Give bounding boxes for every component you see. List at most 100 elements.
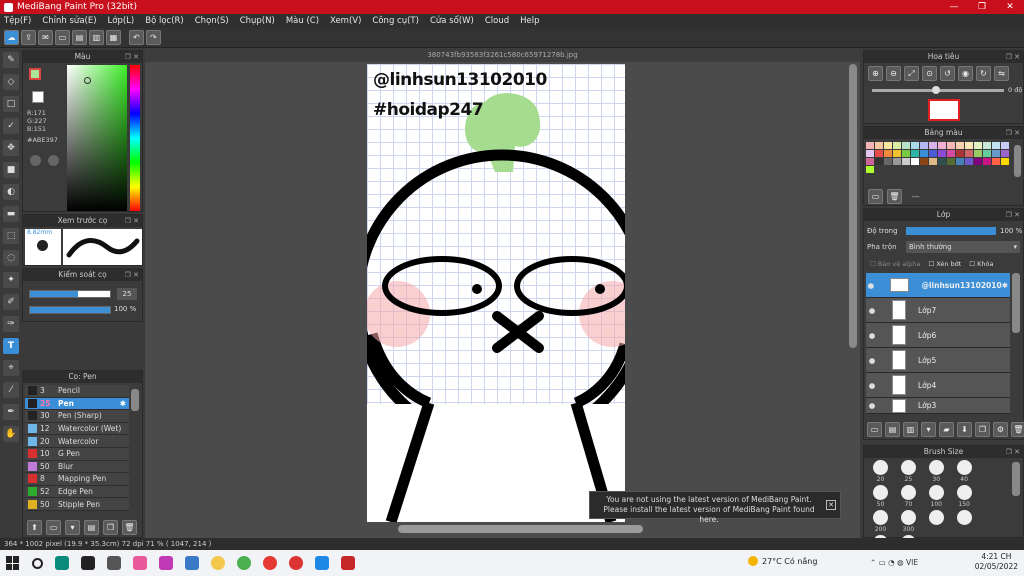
palette-swatch[interactable]	[956, 158, 964, 165]
anime-app-icon[interactable]	[159, 556, 173, 570]
select-eraser-icon[interactable]: ✑	[3, 316, 19, 332]
brush-size-slider[interactable]	[29, 290, 111, 298]
fit-icon[interactable]: ⤢	[904, 66, 919, 81]
palette-swatch[interactable]	[902, 150, 910, 157]
redo-icon[interactable]: ↷	[146, 30, 161, 45]
menu-edit[interactable]: Chỉnh sửa(E)	[42, 16, 96, 26]
zoom-in-icon[interactable]: ⊕	[868, 66, 883, 81]
system-tray[interactable]: ⌃ ▭ ◔ ◍ VIE	[870, 558, 918, 567]
eye-icon[interactable]: ●	[866, 356, 878, 365]
game-icon[interactable]	[133, 556, 147, 570]
operation-icon[interactable]: ⌖	[3, 360, 19, 376]
palette-swatch[interactable]	[893, 142, 901, 149]
cloud-icon[interactable]: ☁	[4, 30, 19, 45]
brush-list-scrollbar[interactable]	[131, 389, 139, 411]
chrome-icon[interactable]	[211, 556, 225, 570]
layer-item-lop6[interactable]: ● Lớp6	[866, 323, 1010, 348]
comment-icon[interactable]: ✉	[38, 30, 53, 45]
menu-window[interactable]: Cửa sổ(W)	[430, 16, 474, 26]
palette-swatch[interactable]	[1001, 142, 1009, 149]
menu-tools[interactable]: Công cụ(T)	[372, 16, 419, 26]
search-icon[interactable]	[32, 557, 43, 569]
saturation-value-square[interactable]	[67, 65, 127, 211]
close-button[interactable]: ✕	[996, 0, 1024, 14]
palette-swatch[interactable]	[929, 158, 937, 165]
share-icon[interactable]: ⇪	[21, 30, 36, 45]
panel-options-icon[interactable]: ❐ ✕	[1006, 446, 1020, 458]
select-pen-icon[interactable]: ✐	[3, 294, 19, 310]
update-notification[interactable]: You are not using the latest version of …	[589, 491, 841, 524]
select-rect-icon[interactable]: □	[3, 96, 19, 112]
panel-options-icon[interactable]: ❐ ✕	[125, 269, 139, 281]
brush-item-pencil[interactable]: 3 Pencil	[25, 385, 129, 398]
new-brush-icon[interactable]: ▭	[46, 520, 61, 535]
eye-icon[interactable]: ●	[866, 281, 876, 290]
zalo-icon[interactable]	[315, 556, 329, 570]
palette-swatch[interactable]	[974, 142, 982, 149]
hue-slider[interactable]	[130, 65, 140, 211]
eye-icon[interactable]: ●	[866, 331, 878, 340]
palette-swatch[interactable]	[965, 158, 973, 165]
delete-layer-icon[interactable]: 🗑	[1011, 422, 1024, 437]
alpha-protect-checkbox[interactable]: ☐ Bảo vệ alpha	[870, 260, 920, 268]
copy-brush-icon[interactable]: ▤	[84, 520, 99, 535]
move-tool-icon[interactable]: ✥	[3, 140, 19, 156]
brush-tool-icon[interactable]: ✎	[3, 52, 19, 68]
explorer-icon[interactable]	[107, 556, 121, 570]
brush-size-300[interactable]: 300	[896, 510, 921, 533]
menu-color[interactable]: Màu (C)	[286, 16, 319, 26]
palette-swatch[interactable]	[902, 142, 910, 149]
menu-file[interactable]: Tệp(F)	[4, 16, 31, 26]
color-mix-icon[interactable]	[48, 155, 59, 166]
palette-swatch[interactable]	[875, 158, 883, 165]
dot-tool-icon[interactable]: ✓	[3, 118, 19, 134]
palette-swatch[interactable]	[911, 158, 919, 165]
canvas-horizontal-scrollbar[interactable]	[398, 525, 643, 533]
brush-size-value[interactable]: 25	[117, 288, 137, 300]
palette-swatch[interactable]	[920, 150, 928, 157]
brush-size-200[interactable]: 200	[868, 510, 893, 533]
page-icon[interactable]: ▤	[72, 30, 87, 45]
palette-swatch[interactable]	[956, 150, 964, 157]
brush-size-100[interactable]: 100	[924, 485, 949, 508]
lock-checkbox[interactable]: ☐ Khóa	[969, 260, 993, 268]
palette-swatch[interactable]	[911, 142, 919, 149]
duplicate-brush-icon[interactable]: ❐	[103, 520, 118, 535]
clock[interactable]: 4:21 CH 02/05/2022	[975, 552, 1018, 572]
panel-options-icon[interactable]: ❐ ✕	[1006, 209, 1020, 221]
palette-scrollbar[interactable]	[1014, 145, 1021, 177]
palette-swatch[interactable]	[956, 142, 964, 149]
app-icon[interactable]	[237, 556, 251, 570]
brush-item-mapping-pen[interactable]: 8 Mapping Pen	[25, 473, 129, 486]
layer-list-scrollbar[interactable]	[1012, 273, 1020, 333]
palette-swatch[interactable]	[929, 142, 937, 149]
brush-size-50[interactable]: 50	[868, 485, 893, 508]
navigator-thumbnail[interactable]	[928, 99, 960, 121]
palette-swatch[interactable]	[992, 158, 1000, 165]
foreground-color-swatch[interactable]	[29, 68, 41, 80]
layer-item-linhsun[interactable]: ● @linhsun13102010 ✱	[866, 273, 1010, 298]
palette-swatch[interactable]	[866, 150, 874, 157]
new-layer-icon[interactable]: ▭	[867, 422, 882, 437]
brush-size-30[interactable]: 30	[924, 460, 949, 483]
brush-item-stipple-pen[interactable]: 50 Stipple Pen	[25, 498, 129, 511]
add-brush-icon[interactable]: ⬆	[27, 520, 42, 535]
brush-menu-icon[interactable]: ▾	[65, 520, 80, 535]
palette-swatch[interactable]	[1001, 158, 1009, 165]
notification-close-icon[interactable]: ✕	[826, 500, 836, 510]
menu-snap[interactable]: Chụp(N)	[240, 16, 275, 26]
eye-icon[interactable]: ●	[866, 401, 878, 410]
gear-icon[interactable]: ✱	[120, 399, 126, 408]
palette-swatch[interactable]	[1001, 150, 1009, 157]
taskview-icon[interactable]	[55, 556, 69, 570]
palette-swatch[interactable]	[884, 142, 892, 149]
palette-swatch[interactable]	[938, 150, 946, 157]
brush-item-edge-pen[interactable]: 52 Edge Pen	[25, 485, 129, 499]
new-halftone-layer-icon[interactable]: ▥	[903, 422, 918, 437]
palette-icon[interactable]	[30, 155, 41, 166]
palette-swatch[interactable]	[875, 150, 883, 157]
palette-swatch[interactable]	[947, 150, 955, 157]
brush-size-extra[interactable]	[924, 510, 949, 525]
palette-swatches[interactable]	[866, 142, 1016, 174]
layer-item-lop4[interactable]: ● Lớp4	[866, 373, 1010, 398]
